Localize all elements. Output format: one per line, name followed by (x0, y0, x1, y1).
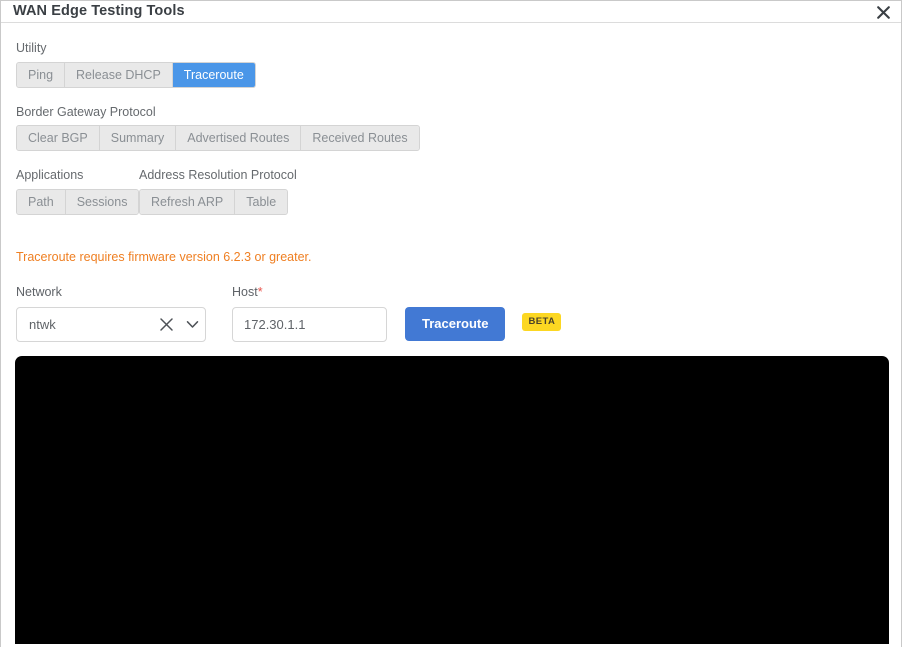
utility-label: Utility (16, 41, 47, 55)
bgp-button-advertised-routes[interactable]: Advertised Routes (176, 126, 302, 150)
dialog-titlebar: WAN Edge Testing Tools (1, 1, 901, 23)
arp-button-table[interactable]: Table (235, 189, 288, 214)
apps-arp-row: Applications Path Sessions Address Resol… (1, 169, 901, 215)
host-label-text: Host (232, 285, 258, 299)
applications-button-group: Path Sessions (16, 188, 140, 215)
network-select[interactable]: ntwk (16, 306, 206, 342)
dialog-content: Utility Ping Release DHCP Traceroute Bor… (1, 42, 901, 342)
firmware-notice: Traceroute requires firmware version 6.2… (16, 249, 312, 264)
host-label: Host* (232, 286, 387, 299)
applications-button-path[interactable]: Path (17, 189, 66, 214)
arp-section: Address Resolution Protocol Refresh ARP … (139, 169, 297, 215)
utility-section: Utility Ping Release DHCP Traceroute (16, 42, 901, 88)
clear-network-icon[interactable] (153, 308, 179, 341)
utility-button-ping[interactable]: Ping (17, 62, 66, 87)
utility-button-traceroute[interactable]: Traceroute (172, 62, 255, 87)
utility-button-release-dhcp[interactable]: Release DHCP (65, 62, 173, 87)
beta-badge: BETA (522, 313, 562, 331)
dialog-title: WAN Edge Testing Tools (13, 3, 185, 20)
arp-button-group: Refresh ARP Table (139, 188, 289, 215)
close-icon[interactable] (872, 1, 894, 23)
bgp-button-summary[interactable]: Summary (99, 126, 177, 150)
bgp-section: Border Gateway Protocol Clear BGP Summar… (16, 104, 901, 151)
applications-label: Applications (16, 168, 84, 182)
console-output-panel[interactable] (15, 356, 889, 644)
traceroute-submit-button[interactable]: Traceroute (405, 306, 506, 341)
applications-button-sessions[interactable]: Sessions (65, 189, 139, 214)
wan-edge-testing-tools-dialog: WAN Edge Testing Tools Utility Ping Rele… (0, 0, 902, 647)
host-field: Host* (232, 286, 387, 342)
network-field: Network ntwk (16, 286, 221, 342)
bgp-button-received-routes[interactable]: Received Routes (301, 126, 419, 150)
bgp-button-group: Clear BGP Summary Advertised Routes Rece… (16, 125, 420, 151)
bgp-label: Border Gateway Protocol (16, 104, 156, 119)
network-select-value: ntwk (29, 316, 56, 332)
arp-label: Address Resolution Protocol (139, 168, 297, 182)
host-required-marker: * (257, 285, 263, 299)
form-row: Network ntwk Host* 172.30.1.1 Traceroute… (16, 286, 901, 342)
utility-button-group: Ping Release DHCP Traceroute (16, 61, 256, 88)
arp-button-refresh-arp[interactable]: Refresh ARP (140, 189, 236, 214)
bgp-button-clear-bgp[interactable]: Clear BGP (17, 126, 100, 150)
network-label: Network (16, 285, 62, 299)
host-input[interactable] (232, 306, 387, 342)
applications-section: Applications Path Sessions (16, 168, 140, 215)
chevron-down-icon[interactable] (179, 308, 205, 341)
